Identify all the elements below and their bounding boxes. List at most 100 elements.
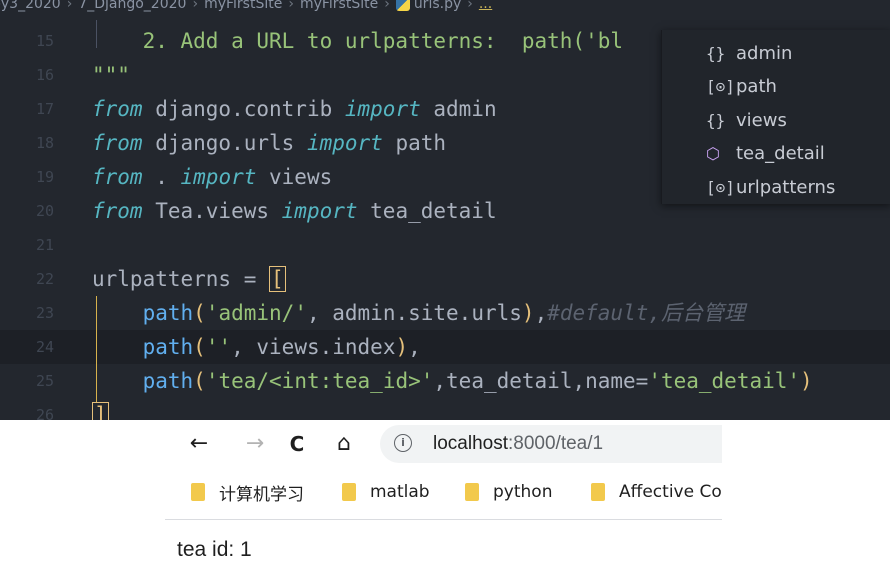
code-text: """ <box>92 58 130 92</box>
code-text: ] <box>92 398 109 420</box>
breadcrumb-separator: › <box>384 0 390 12</box>
url-host: localhost <box>433 433 508 454</box>
code-token: from <box>92 199 143 223</box>
breadcrumb-item[interactable]: 7_Django_2020 <box>78 0 186 11</box>
code-token: import <box>306 131 383 155</box>
line-number: 23 <box>35 304 54 322</box>
reload-icon[interactable]: C <box>281 428 313 460</box>
python-file-icon <box>395 0 410 11</box>
code-token: import <box>180 165 257 189</box>
breadcrumb-separator: › <box>66 0 73 12</box>
code-token: ,tea_detail,name= <box>433 369 649 393</box>
breadcrumb-separator: › <box>288 0 294 12</box>
breadcrumb-item[interactable]: myFirstSite <box>300 0 378 11</box>
bookmark-label: python <box>493 482 553 502</box>
code-token: path <box>142 301 194 325</box>
line-number: 18 <box>35 134 54 152</box>
address-bar[interactable]: i localhost:8000/tea/1 <box>380 425 722 463</box>
breadcrumb-item[interactable]: urls.py <box>414 0 461 11</box>
back-arrow-icon[interactable]: ← <box>183 428 215 460</box>
suggestion-label: path <box>736 76 777 98</box>
code-token: path <box>142 335 194 359</box>
code-token: django.contrib <box>142 97 345 121</box>
code-token: ) <box>521 301 535 325</box>
code-token: from <box>92 165 143 189</box>
variable-icon: [⊙] <box>706 77 735 97</box>
code-token: from <box>92 131 143 155</box>
line-number: 22 <box>35 270 54 288</box>
breadcrumb-item[interactable]: ... <box>479 0 492 11</box>
code-token: [ <box>269 266 286 292</box>
suggestion-item[interactable]: ⬡ tea_detail <box>662 137 890 171</box>
bookmark-folder[interactable]: Affective Co <box>591 480 722 504</box>
code-token: ] <box>92 402 109 420</box>
bookmark-folder[interactable]: matlab <box>342 480 430 504</box>
bookmark-label: Affective Co <box>619 482 722 502</box>
variable-icon: [⊙] <box>706 177 735 197</box>
code-line[interactable]: 26] <box>0 398 890 420</box>
suggestion-label: urlpatterns <box>736 176 836 198</box>
info-icon[interactable]: i <box>394 434 412 452</box>
suggestion-item[interactable]: {} admin <box>662 36 890 70</box>
breadcrumb-item[interactable]: myFirstSite <box>204 0 282 11</box>
code-line[interactable]: 23 path('admin/', admin.site.urls),#defa… <box>0 296 890 330</box>
folder-icon <box>191 483 205 501</box>
code-line[interactable]: 21 <box>0 228 890 262</box>
line-number: 25 <box>35 372 54 390</box>
breadcrumb-item[interactable]: py3_2020 <box>0 0 61 11</box>
folder-icon <box>465 483 479 501</box>
line-number: 20 <box>35 202 54 220</box>
folder-icon <box>342 483 356 501</box>
code-token: . <box>142 165 181 189</box>
bookmarks-bar: 计算机学习 matlab python Affective Co <box>165 472 722 512</box>
code-text: from . import views <box>92 160 332 194</box>
line-number: 24 <box>35 338 54 356</box>
code-editor[interactable]: py3_2020 › 7_Django_2020 › myFirstSite › myFir… <box>0 0 890 420</box>
code-token: ( <box>193 301 206 325</box>
module-icon: {} <box>706 110 726 130</box>
code-token: ) <box>395 335 409 359</box>
code-token: , <box>408 335 421 359</box>
code-token: #default,后台管理 <box>547 301 746 325</box>
code-line[interactable]: 25 path('tea/<int:tea_id>',tea_detail,na… <box>0 364 890 398</box>
bookmark-folder[interactable]: 计算机学习 <box>191 480 304 505</box>
code-token: from <box>92 97 143 121</box>
breadcrumb-separator: › <box>192 0 199 12</box>
suggestion-item[interactable]: [⊙] path <box>662 70 890 104</box>
code-text: path('', views.index), <box>92 330 421 364</box>
code-token: import <box>344 97 421 121</box>
module-icon: {} <box>706 43 726 63</box>
code-text: from django.contrib import admin <box>92 92 497 126</box>
line-number: 26 <box>35 406 54 420</box>
code-token: admin <box>420 97 497 121</box>
code-text: from Tea.views import tea_detail <box>92 194 497 228</box>
suggestion-item[interactable]: {} views <box>662 103 890 137</box>
code-line[interactable]: 24 path('', views.index), <box>0 330 890 364</box>
bookmark-label: 计算机学习 <box>219 484 304 505</box>
code-token: '' <box>205 335 232 359</box>
suggestion-label: admin <box>736 42 793 64</box>
code-line[interactable]: 22 urlpatterns = [ <box>0 262 890 296</box>
line-number: 16 <box>35 66 54 84</box>
bookmark-label: matlab <box>370 482 430 502</box>
line-number: 15 <box>35 32 54 50</box>
bookmark-folder[interactable]: python <box>465 480 552 504</box>
indent-guide <box>96 20 97 48</box>
browser-toolbar: ← → C ⌂ i localhost:8000/tea/1 <box>165 420 722 468</box>
browser-window: ← → C ⌂ i localhost:8000/tea/1 计算机学习 mat… <box>165 420 722 565</box>
code-text: path('tea/<int:tea_id>',tea_detail,name=… <box>92 364 813 398</box>
bracket-guide <box>96 296 97 402</box>
url-text[interactable]: localhost:8000/tea/1 <box>433 425 603 463</box>
code-text: path('admin/', admin.site.urls),#default… <box>92 296 745 330</box>
code-text: 2. Add a URL to urlpatterns: path('bl <box>92 24 623 58</box>
forward-arrow-icon[interactable]: → <box>239 428 271 460</box>
code-token: , <box>534 301 548 325</box>
code-token: , views.index <box>231 335 396 359</box>
suggestion-label: tea_detail <box>736 143 825 165</box>
code-token: tea_detail <box>357 199 497 223</box>
code-token: path <box>142 369 194 393</box>
suggestion-item[interactable]: [⊙] urlpatterns <box>662 170 890 204</box>
home-icon[interactable]: ⌂ <box>328 428 360 460</box>
